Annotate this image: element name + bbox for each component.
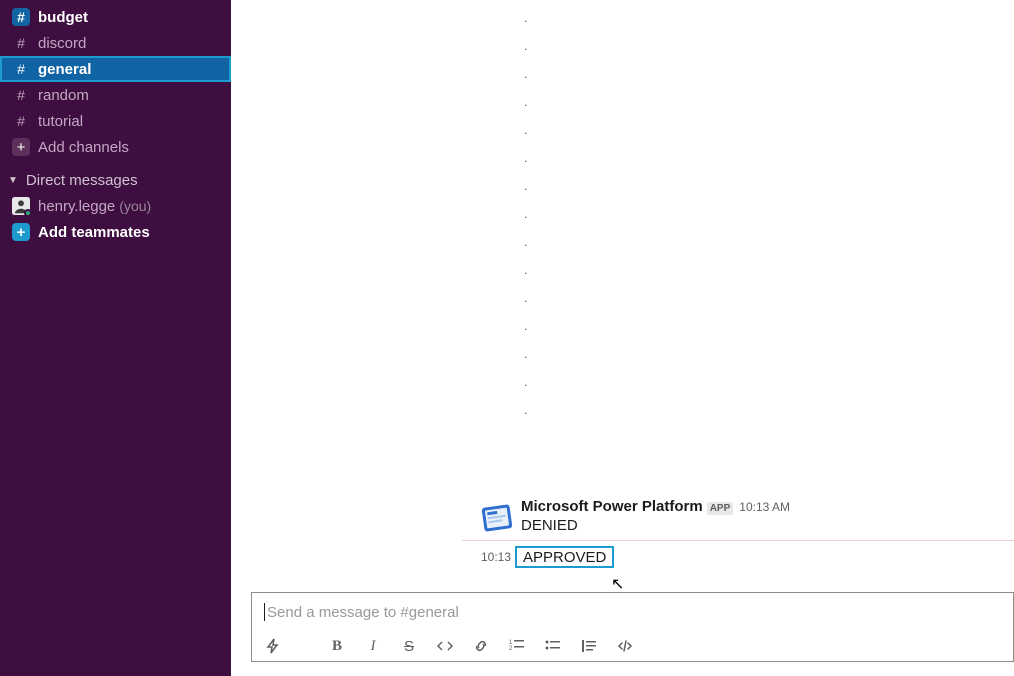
channel-label: general <box>38 61 91 78</box>
approved-message: 10:13 APPROVED <box>481 546 614 568</box>
message-input[interactable]: Send a message to #general <box>252 593 1013 631</box>
code-button[interactable] <box>436 637 454 655</box>
message-timestamp: 10:13 AM <box>739 500 790 514</box>
channel-label: discord <box>38 35 86 52</box>
app-avatar-icon <box>477 498 518 539</box>
hash-icon: # <box>12 60 30 78</box>
caret-down-icon: ▼ <box>8 175 18 186</box>
dm-name: henry.legge <box>38 198 115 215</box>
add-teammates[interactable]: + Add teammates <box>0 219 231 245</box>
blockquote-button[interactable] <box>580 637 598 655</box>
channel-tutorial[interactable]: # tutorial <box>0 108 231 134</box>
ordered-list-button[interactable]: 12 <box>508 637 526 655</box>
add-teammates-label: Add teammates <box>38 224 150 241</box>
mouse-cursor-icon: ↖ <box>611 574 624 594</box>
hash-icon: # <box>12 112 30 130</box>
channel-label: tutorial <box>38 113 83 130</box>
channel-label: budget <box>38 9 88 26</box>
main-area: ............... Microsoft Power Platform… <box>231 0 1014 676</box>
approved-button[interactable]: APPROVED <box>515 546 614 568</box>
hash-icon: # <box>12 34 30 52</box>
strikethrough-button[interactable]: S <box>400 637 418 655</box>
sidebar: # budget # discord # general # random # … <box>0 0 231 676</box>
channel-general[interactable]: # general <box>0 56 231 82</box>
channel-discord[interactable]: # discord <box>0 30 231 56</box>
divider <box>462 540 1014 541</box>
add-channels-label: Add channels <box>38 139 129 156</box>
message-body: DENIED <box>521 517 1014 534</box>
channel-budget[interactable]: # budget <box>0 4 231 30</box>
avatar <box>12 197 30 215</box>
text-cursor-icon <box>264 603 265 621</box>
italic-button[interactable]: I <box>364 637 382 655</box>
message-composer: Send a message to #general B I S 12 <box>251 592 1014 662</box>
dm-header-label: Direct messages <box>26 172 138 189</box>
loading-dots: ............... <box>524 4 527 424</box>
dm-self[interactable]: henry.legge (you) <box>0 193 231 219</box>
hash-icon: # <box>12 8 30 26</box>
add-channels[interactable]: + Add channels <box>0 134 231 160</box>
channel-random[interactable]: # random <box>0 82 231 108</box>
message-placeholder: Send a message to #general <box>267 604 459 621</box>
message-sender: Microsoft Power Platform <box>521 498 703 515</box>
app-badge: APP <box>707 502 734 515</box>
lightning-icon[interactable] <box>264 637 282 655</box>
channel-label: random <box>38 87 89 104</box>
dm-section-toggle[interactable]: ▼ Direct messages <box>0 160 231 193</box>
plus-icon: + <box>12 223 30 241</box>
approved-timestamp: 10:13 <box>481 550 511 564</box>
formatting-toolbar: B I S 12 <box>252 631 1013 661</box>
hash-icon: # <box>12 86 30 104</box>
bullet-list-button[interactable] <box>544 637 562 655</box>
link-button[interactable] <box>472 637 490 655</box>
code-block-button[interactable] <box>616 637 634 655</box>
plus-icon: + <box>12 138 30 156</box>
presence-active-icon <box>24 209 32 217</box>
dm-you-label: (you) <box>119 198 151 214</box>
svg-text:2: 2 <box>509 646 513 652</box>
message-list[interactable]: ............... Microsoft Power Platform… <box>231 0 1014 592</box>
bold-button[interactable]: B <box>328 637 346 655</box>
message: Microsoft Power Platform APP 10:13 AM DE… <box>481 498 1014 534</box>
